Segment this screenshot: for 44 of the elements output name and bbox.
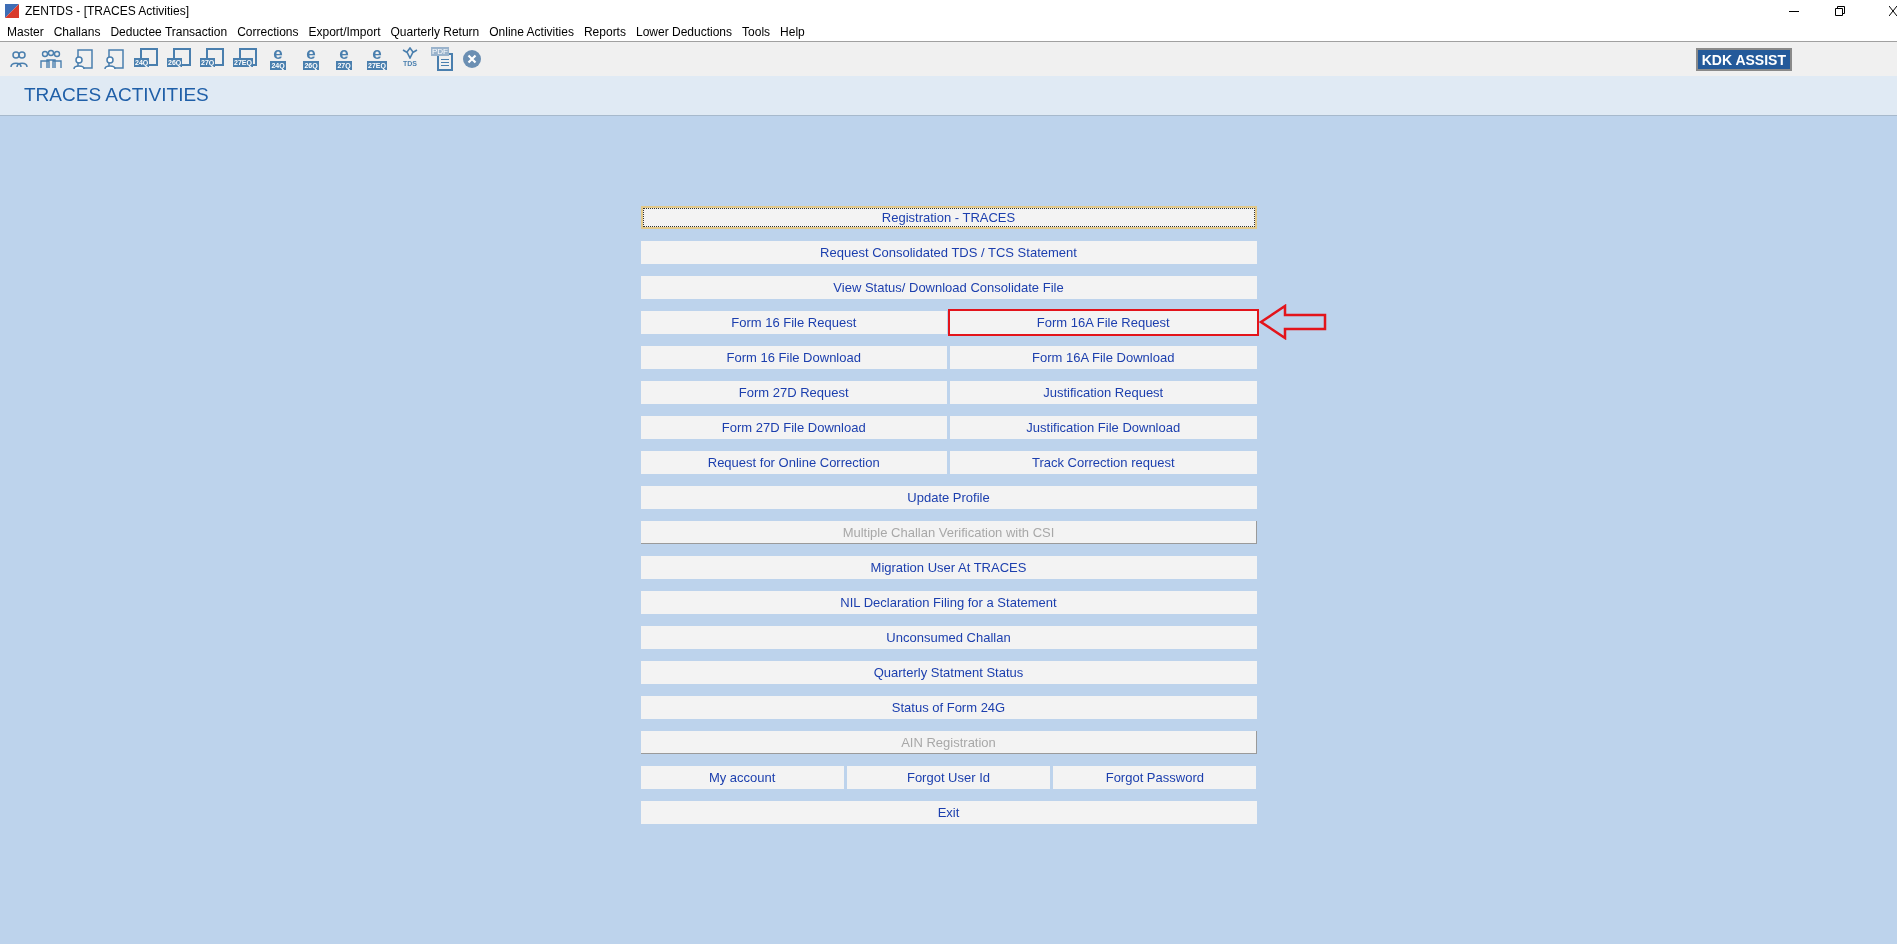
traces-action-button[interactable]: Unconsumed Challan (640, 626, 1257, 649)
document-person-icon[interactable] (72, 48, 94, 70)
traces-action-button[interactable]: Forgot User Id (846, 766, 1051, 789)
traces-action-button[interactable]: Quarterly Statment Status (640, 661, 1257, 684)
window-title: ZENTDS - [TRACES Activities] (25, 3, 190, 20)
menu-item[interactable]: Quarterly Return (385, 22, 485, 41)
app-logo-icon (5, 4, 19, 18)
menu-item[interactable]: Tools (737, 22, 776, 41)
traces-action-button[interactable]: Exit (640, 801, 1257, 824)
traces-action-button[interactable]: Registration - TRACES (640, 206, 1257, 229)
assist-button[interactable]: KDK ASSIST (1695, 47, 1792, 71)
menu-item[interactable]: Help (775, 22, 810, 41)
menu-item[interactable]: Reports (578, 22, 631, 41)
menu-item[interactable]: Export/Import (303, 22, 386, 41)
menu-item[interactable]: Online Activities (484, 22, 579, 41)
traces-action-button[interactable]: Request for Online Correction (640, 451, 947, 474)
traces-action-button[interactable]: My account (640, 766, 844, 789)
menu-item[interactable]: Challans (48, 22, 106, 41)
menu-item[interactable]: Lower Deductions (630, 22, 738, 41)
traces-action-button[interactable]: Form 16A File Request (950, 311, 1257, 334)
traces-action-button[interactable]: Justification File Download (950, 416, 1257, 439)
traces-action-button[interactable]: Form 16 File Request (640, 311, 947, 334)
traces-action-button[interactable]: View Status/ Download Consolidate File (640, 276, 1257, 299)
group-icon[interactable] (39, 48, 63, 70)
traces-action-button[interactable]: Form 16 File Download (640, 346, 947, 369)
traces-action-button[interactable]: Form 16A File Download (950, 346, 1257, 369)
traces-action-button[interactable]: Form 27D File Download (640, 416, 947, 439)
traces-action-button[interactable]: Track Correction request (950, 451, 1257, 474)
traces-action-button[interactable]: Migration User At TRACES (640, 556, 1257, 579)
traces-action-button[interactable]: Request Consolidated TDS / TCS Statement (640, 241, 1257, 264)
traces-action-button[interactable]: Forgot Password (1053, 766, 1257, 789)
traces-action-button[interactable]: NIL Declaration Filing for a Statement (640, 591, 1257, 614)
menu-item[interactable]: Deductee Transaction (105, 22, 233, 41)
menu-item[interactable]: Corrections (232, 22, 304, 41)
traces-action-button[interactable]: Status of Form 24G (640, 696, 1257, 719)
traces-action-button[interactable]: Form 27D Request (640, 381, 947, 404)
page-heading: TRACES ACTIVITIES (24, 83, 209, 108)
pointer-arrow-icon (1258, 304, 1327, 340)
document-person-icon[interactable] (103, 48, 125, 70)
traces-action-button[interactable]: Justification Request (950, 381, 1257, 404)
restore-icon[interactable] (1835, 6, 1845, 16)
traces-action-button[interactable]: Update Profile (640, 486, 1257, 509)
close-icon[interactable] (1889, 6, 1897, 16)
menu-item[interactable]: Master (2, 22, 49, 41)
